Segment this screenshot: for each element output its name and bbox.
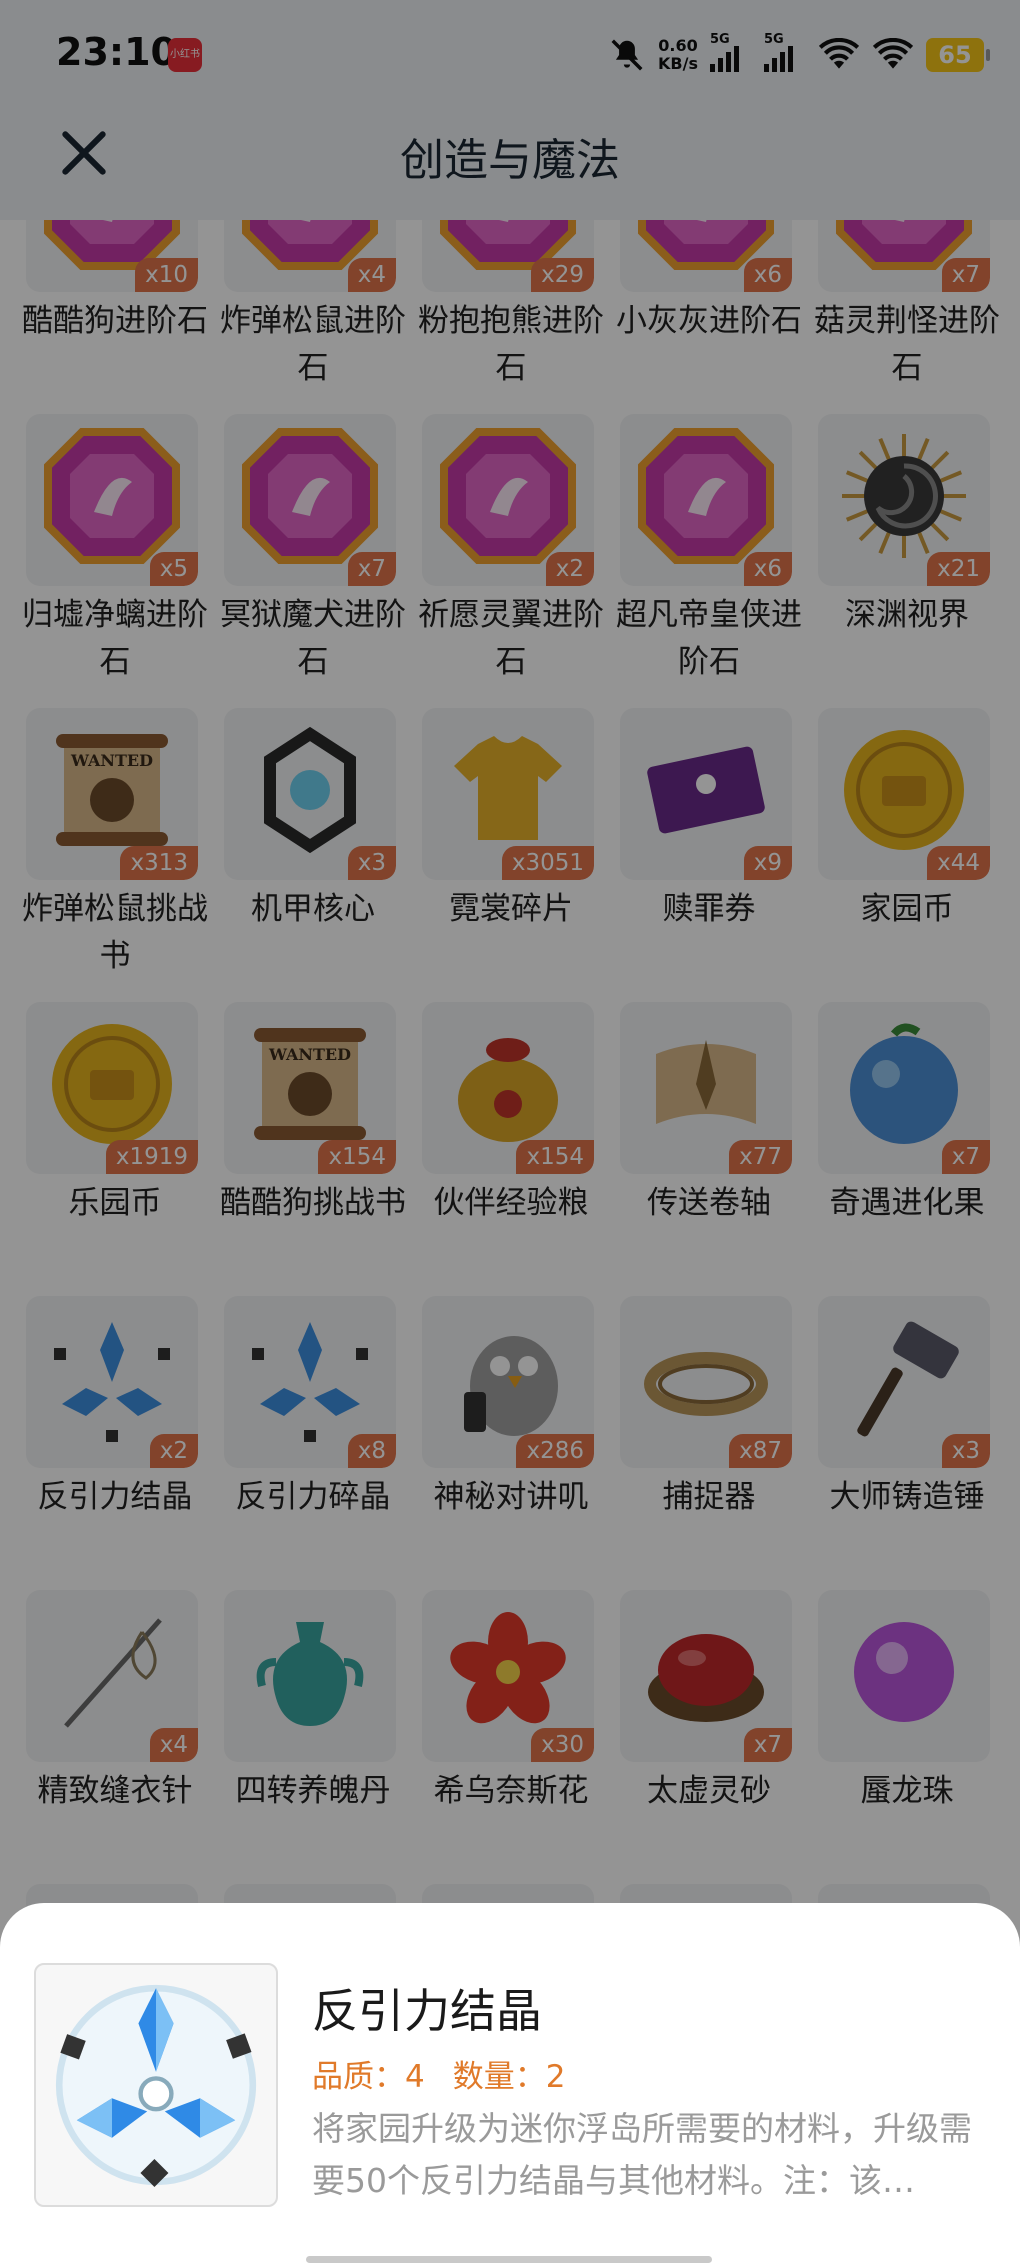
item-detail-title: 反引力结晶: [312, 1984, 542, 2038]
item-detail-description: 将家园升级为迷你浮岛所需要的材料，升级需要50个反引力结晶与其他材料。注：该…: [312, 2109, 972, 2200]
item-detail-sheet: 反引力结晶 品质：4 数量：2 将家园升级为迷你浮岛所需要的材料，升级需要50个…: [0, 1903, 1020, 2267]
home-indicator[interactable]: [306, 2256, 712, 2263]
item-detail-meta: 品质：4 数量：2: [312, 2051, 565, 2096]
crystal-icon: [55, 1984, 257, 2188]
quality-field: 品质：4: [312, 2059, 425, 2095]
quantity-field: 数量：2: [452, 2059, 566, 2095]
item-detail-image: [34, 1963, 278, 2207]
